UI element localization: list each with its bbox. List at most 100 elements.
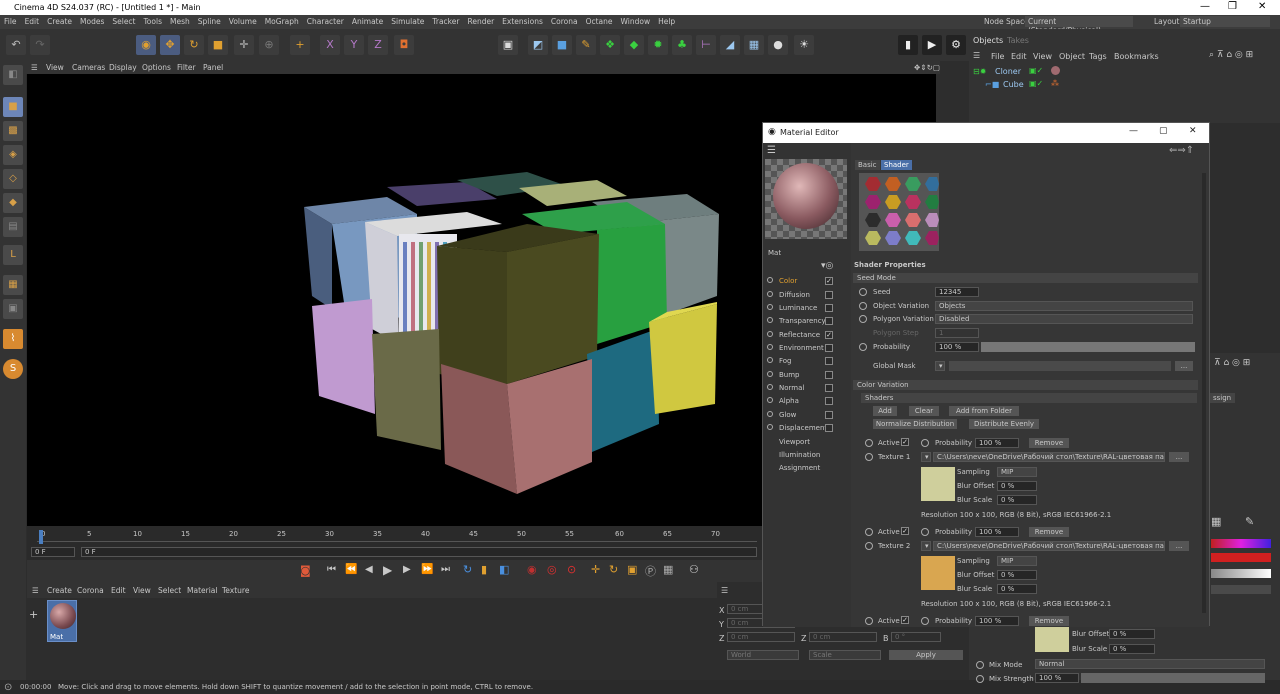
- gradient-bar-4[interactable]: [1211, 585, 1271, 594]
- menu-simulate[interactable]: Simulate: [387, 15, 428, 28]
- start-frame-field[interactable]: 0 F: [31, 547, 75, 557]
- material-name-field[interactable]: Mat: [765, 249, 845, 259]
- polygon-step-field[interactable]: 1: [935, 328, 979, 338]
- snapping-icon[interactable]: S: [3, 359, 23, 379]
- gradient-bar-2[interactable]: [1211, 553, 1271, 562]
- shaders-section[interactable]: Shaders: [861, 393, 1197, 403]
- timeline-ruler[interactable]: 0 5 10 15 20 25 30 35 40 45 50 55 60 65 …: [37, 530, 757, 544]
- layout-select[interactable]: Startup: [1180, 16, 1270, 27]
- mat-menu-corona[interactable]: Corona: [77, 586, 104, 595]
- menu-window[interactable]: Window: [617, 15, 655, 28]
- tex2-swatch[interactable]: [921, 556, 955, 590]
- probability-field[interactable]: 100 %: [935, 342, 979, 352]
- tex1-swatch[interactable]: [921, 467, 955, 501]
- gradient-bar-3[interactable]: [1211, 569, 1271, 578]
- menu-select[interactable]: Select: [108, 15, 139, 28]
- tex2-blur-offset-field[interactable]: 0 %: [997, 570, 1037, 580]
- me-maximize-icon[interactable]: ▢: [1159, 126, 1168, 136]
- menu-mograph[interactable]: MoGraph: [261, 15, 303, 28]
- menu-octane[interactable]: Octane: [582, 15, 617, 28]
- cube-primitive-icon[interactable]: ■: [552, 35, 572, 55]
- tex2-probability-anim-dot[interactable]: [921, 528, 929, 536]
- channel-environment-checkbox[interactable]: [825, 344, 833, 352]
- param-key-icon[interactable]: Ⓟ: [645, 563, 656, 579]
- material-thumbnail[interactable]: Mat: [47, 600, 77, 642]
- polygon-variation-anim-dot[interactable]: [859, 315, 867, 323]
- subdivision-icon[interactable]: ❖: [600, 35, 620, 55]
- node-space-select[interactable]: Current (Standard/Physical): [1025, 16, 1133, 35]
- viewport-menu-options[interactable]: Options: [142, 63, 171, 72]
- channel-displacement-checkbox[interactable]: [825, 424, 833, 432]
- menu-create[interactable]: Create: [43, 15, 76, 28]
- page-illumination[interactable]: Illumination: [779, 451, 820, 459]
- next-key-icon[interactable]: ⏩: [421, 564, 433, 575]
- eyedropper-icon[interactable]: ✎: [1245, 515, 1254, 528]
- viewport-hamburger-icon[interactable]: ☰: [31, 63, 38, 72]
- seed-anim-dot[interactable]: [859, 288, 867, 296]
- go-to-end-icon[interactable]: ⏭: [441, 564, 450, 575]
- tex2-active-anim-dot[interactable]: [865, 528, 873, 536]
- menu-file[interactable]: File: [0, 15, 21, 28]
- tex3-remove-button[interactable]: Remove: [1029, 616, 1069, 626]
- global-mask-shader-field[interactable]: [949, 361, 1171, 371]
- mix-strength-anim-dot[interactable]: [976, 675, 984, 683]
- page-assignment[interactable]: Assignment: [779, 464, 820, 472]
- tex1-anim-dot[interactable]: [865, 453, 873, 461]
- mat-menu-texture[interactable]: Texture: [222, 586, 249, 595]
- model-mode-icon[interactable]: ■: [3, 97, 23, 117]
- workplane-icon[interactable]: ◧: [3, 65, 23, 85]
- obj-menu-file[interactable]: File: [991, 52, 1004, 61]
- seed-mode-section[interactable]: Seed Mode: [853, 273, 1198, 283]
- tex3-probability-field[interactable]: 100 %: [975, 616, 1019, 626]
- tex1-path-field[interactable]: C:\Users\neve\OneDrive\Рабочий стол\Text…: [933, 452, 1165, 462]
- add-from-folder-button[interactable]: Add from Folder: [949, 406, 1019, 416]
- obj-menu-tags[interactable]: Tags: [1089, 52, 1107, 61]
- tex3-probability-anim-dot[interactable]: [921, 617, 929, 625]
- obj-menu-bookmarks[interactable]: Bookmarks: [1114, 52, 1159, 61]
- menu-character[interactable]: Character: [303, 15, 348, 28]
- keyframe-icon[interactable]: ◙: [300, 564, 311, 577]
- render-picture-viewer-icon[interactable]: ▶: [922, 35, 942, 55]
- me-hamburger-icon[interactable]: ☰: [767, 145, 776, 156]
- coord-scale-select[interactable]: Scale: [809, 650, 881, 660]
- uv-mode-icon[interactable]: ▤: [3, 217, 23, 237]
- channel-transparency-checkbox[interactable]: [825, 317, 833, 325]
- tex2-sampling-select[interactable]: MIP: [997, 556, 1037, 566]
- menu-mesh[interactable]: Mesh: [166, 15, 194, 28]
- menu-modes[interactable]: Modes: [76, 15, 108, 28]
- tab-takes[interactable]: Takes: [1007, 36, 1029, 45]
- coord-b-field[interactable]: 0 °: [891, 632, 941, 642]
- menu-tools[interactable]: Tools: [140, 15, 166, 28]
- viewport-menu-display[interactable]: Display: [109, 63, 137, 72]
- color-variation-section[interactable]: Color Variation: [853, 380, 1198, 390]
- tab-objects[interactable]: Objects: [973, 36, 1003, 45]
- object-variation-select[interactable]: Objects: [935, 301, 1193, 311]
- keyframe-selection-icon[interactable]: ⊙: [567, 563, 576, 576]
- minimize-icon[interactable]: —: [1200, 1, 1210, 12]
- tex2-probability-field[interactable]: 100 %: [975, 527, 1019, 537]
- spline-pen-icon[interactable]: ◩: [528, 35, 548, 55]
- channel-color-checkbox[interactable]: ✓: [825, 277, 833, 285]
- menu-tracker[interactable]: Tracker: [428, 15, 463, 28]
- clear-shaders-button[interactable]: Clear: [909, 406, 939, 416]
- tree-item-cloner[interactable]: ⊟✹ Cloner ▣✓: [971, 66, 1277, 77]
- tex3-active-checkbox[interactable]: ✓: [901, 616, 909, 624]
- workplane-grid-icon[interactable]: ▦: [3, 275, 23, 295]
- tex1-active-checkbox[interactable]: ✓: [901, 438, 909, 446]
- playhead[interactable]: [39, 530, 43, 544]
- prev-frame-icon[interactable]: ◀: [365, 564, 373, 575]
- loop-icon[interactable]: ↻: [463, 563, 472, 576]
- tex2-anim-dot[interactable]: [865, 542, 873, 550]
- texture-grid-icon[interactable]: ▦: [1211, 515, 1221, 528]
- tex1-dropdown[interactable]: ▾: [921, 452, 931, 462]
- object-variation-anim-dot[interactable]: [859, 302, 867, 310]
- render-view-icon[interactable]: ▮: [898, 35, 918, 55]
- points-mode-icon[interactable]: ◈: [3, 145, 23, 165]
- tex1-sampling-select[interactable]: MIP: [997, 467, 1037, 477]
- global-mask-dropdown[interactable]: ▾: [935, 361, 945, 371]
- rotate-tool-icon[interactable]: ↻: [184, 35, 204, 55]
- coord-z-field[interactable]: 0 cm: [727, 632, 795, 642]
- assign-button[interactable]: ssign: [1209, 393, 1236, 403]
- tex1-more-button[interactable]: ...: [1169, 452, 1189, 462]
- motion-system-icon[interactable]: ⚇: [689, 563, 699, 576]
